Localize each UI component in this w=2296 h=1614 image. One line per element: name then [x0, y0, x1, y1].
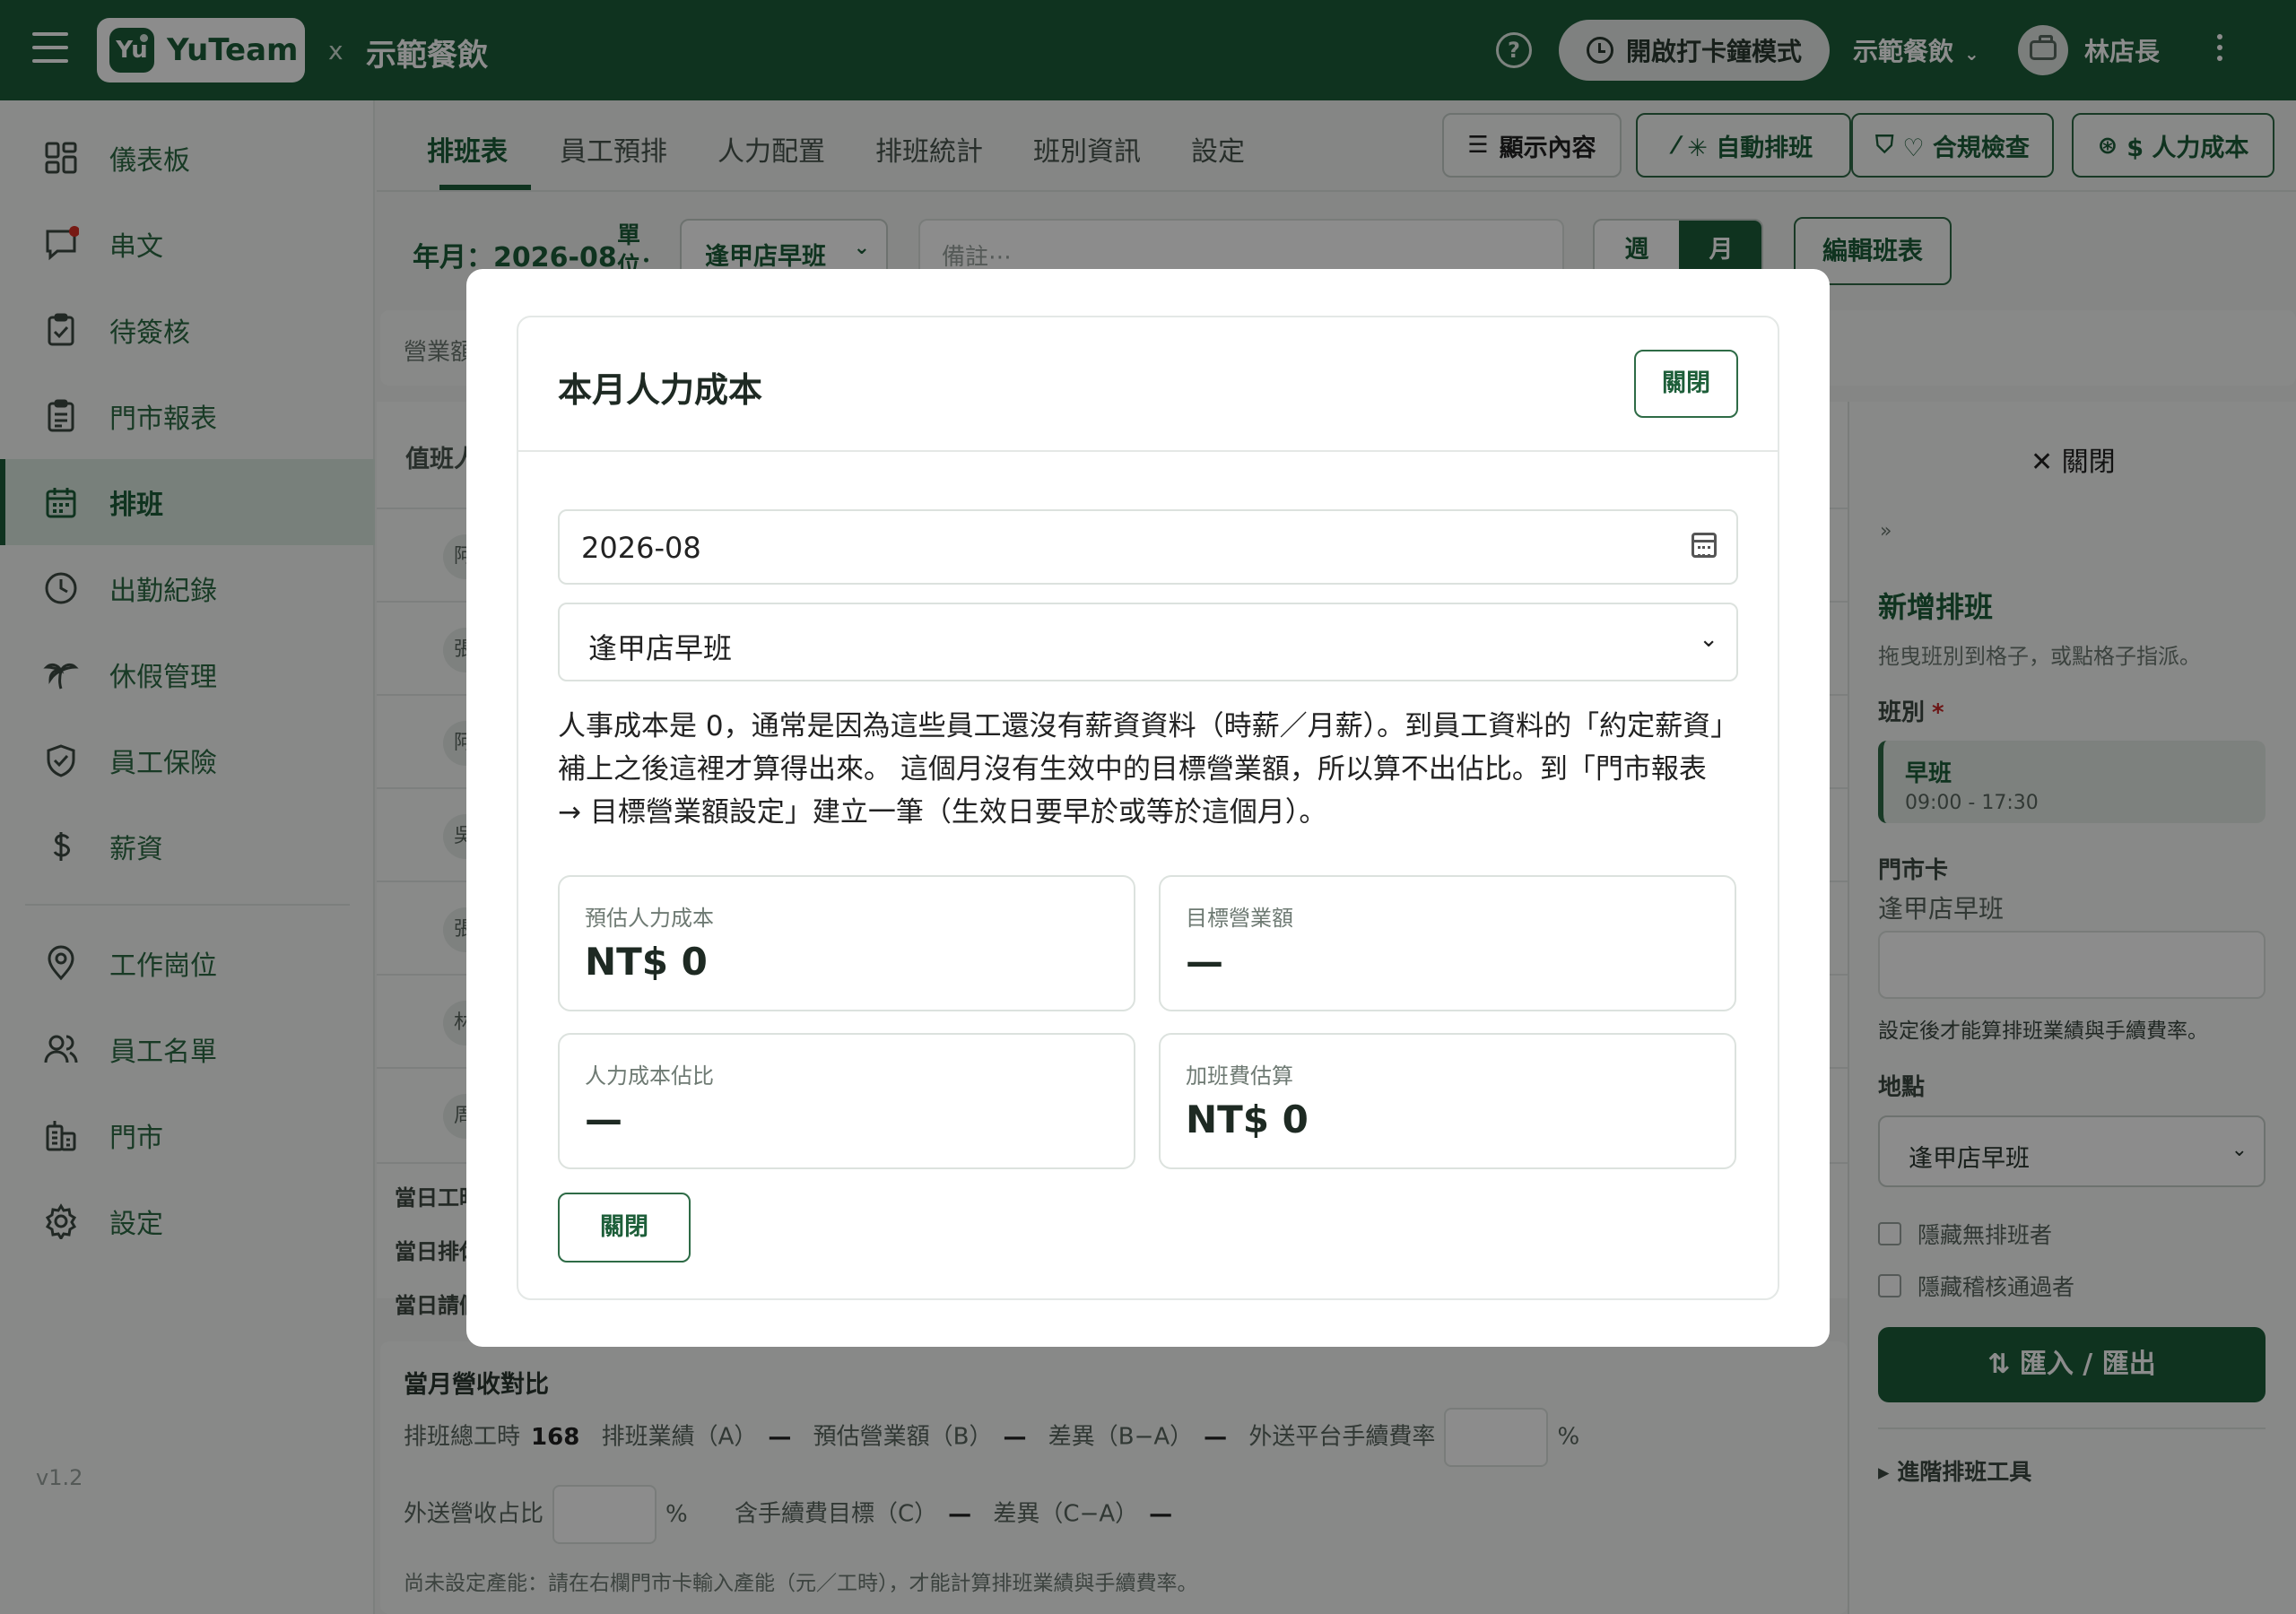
stat-label: 目標營業額: [1186, 906, 1293, 931]
stat-value: —: [1186, 940, 1223, 984]
modal-title: 本月人力成本: [558, 370, 763, 410]
stat-label: 人力成本佔比: [585, 1063, 714, 1089]
stat-card-overtime-estimate: 加班費估算 NT$ 0: [1159, 1033, 1736, 1169]
stat-card-cost-ratio: 人力成本佔比 —: [558, 1033, 1135, 1169]
modal-close-bottom-button[interactable]: 關閉: [558, 1193, 691, 1263]
modal-header-divider: [518, 450, 1778, 452]
chevron-down-icon: ⌄: [1699, 626, 1718, 653]
stat-card-target-revenue: 目標營業額 —: [1159, 875, 1736, 1011]
modal-unit-select-value: 逢甲店早班: [588, 631, 733, 665]
stat-value: —: [585, 1098, 622, 1141]
stat-card-estimated-cost: 預估人力成本 NT$ 0: [558, 875, 1135, 1011]
month-picker-value: 2026-08: [581, 531, 701, 565]
month-picker-input[interactable]: 2026-08: [558, 509, 1738, 585]
modal-close-button[interactable]: 關閉: [1634, 350, 1738, 418]
modal-description: 人事成本是 0，通常是因為這些員工還沒有薪資資料（時薪／月薪）。到員工資料的「約…: [558, 710, 1725, 829]
stat-value: NT$ 0: [585, 940, 708, 984]
calendar-icon[interactable]: [1692, 533, 1717, 558]
modal-unit-select[interactable]: 逢甲店早班 ⌄: [558, 603, 1738, 681]
stat-label: 預估人力成本: [585, 906, 714, 931]
stat-value: NT$ 0: [1186, 1098, 1309, 1141]
stat-label: 加班費估算: [1186, 1063, 1293, 1089]
